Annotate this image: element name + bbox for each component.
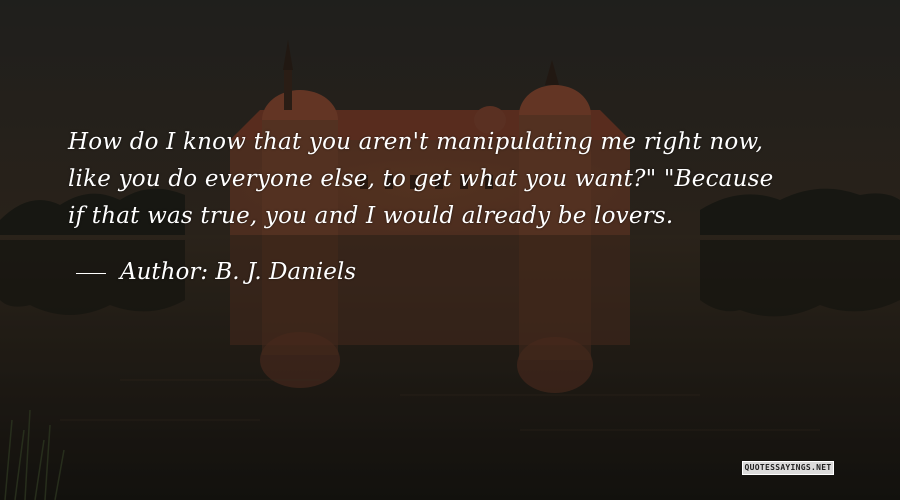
- author-dash: [76, 272, 106, 274]
- author-name: B. J. Daniels: [215, 259, 357, 285]
- castle-lake-background: [0, 0, 900, 500]
- watermark: QUOTESSAYINGS.NET: [742, 461, 834, 475]
- author-attribution: Author: B. J. Daniels: [68, 254, 356, 291]
- quote-line: like you do everyone else, to get what y…: [68, 166, 774, 192]
- quote-line: if that was true, you and I would alread…: [68, 203, 674, 229]
- quote-image: How do I know that you aren't manipulati…: [0, 0, 900, 500]
- author-label: Author:: [120, 259, 209, 285]
- quote-line: How do I know that you aren't manipulati…: [68, 129, 764, 155]
- quote-text: How do I know that you aren't manipulati…: [68, 124, 868, 235]
